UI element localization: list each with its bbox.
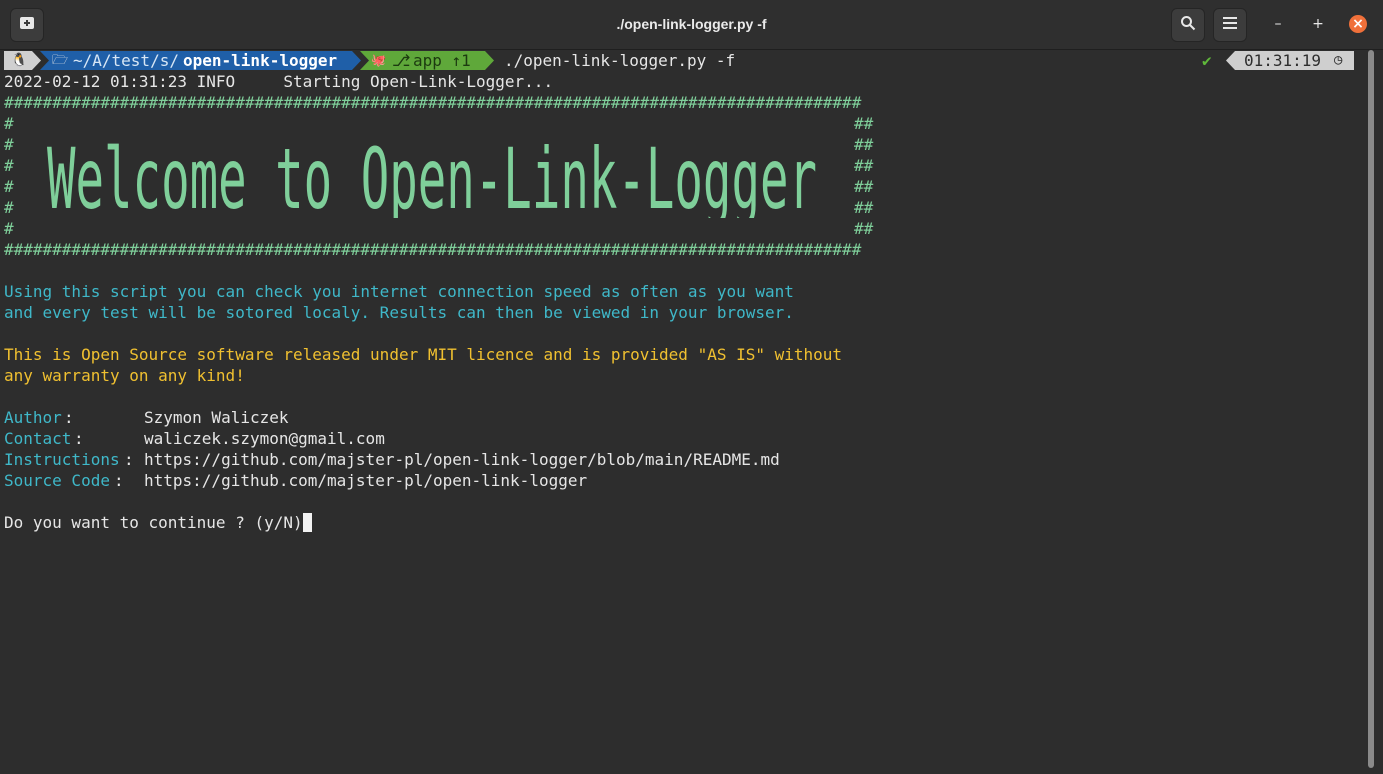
instructions-colon: :	[124, 450, 134, 469]
info-text-line: Using this script you can check you inte…	[4, 282, 794, 301]
git-branch-icon: ⎇	[392, 51, 411, 70]
folder-icon: 🗁	[52, 53, 69, 68]
text-cursor	[302, 513, 312, 532]
maximize-button[interactable]: +	[1309, 15, 1327, 33]
continue-prompt[interactable]: Do you want to continue ? (y/N)	[4, 512, 312, 533]
banner-right-border: ##	[854, 114, 874, 133]
banner-left-border: #	[4, 198, 14, 217]
banner-border-top: ########################################…	[4, 93, 862, 112]
scrollbar-thumb[interactable]	[1368, 50, 1374, 768]
license-text-line: any warranty on any kind!	[4, 366, 245, 385]
contact-value: waliczek.szymon@gmail.com	[144, 429, 385, 448]
github-icon: 🐙	[371, 53, 386, 67]
clock-icon: ◷	[1334, 52, 1343, 68]
banner-right-border: ##	[854, 135, 874, 154]
linux-penguin-icon: 🐧	[11, 53, 28, 68]
info-text-line: and every test will be sotored localy. R…	[4, 303, 794, 322]
close-icon: ×	[1352, 16, 1364, 32]
close-button[interactable]: ×	[1349, 15, 1367, 33]
instructions-link[interactable]: https://github.com/majster-pl/open-link-…	[144, 449, 780, 470]
prompt-line: 🐧 🗁 ~/A/test/s/ open-link-logger 🐙 ⎇ app…	[0, 50, 1366, 71]
continue-question: Do you want to continue ? (y/N)	[4, 513, 303, 532]
banner-right-border: ##	[854, 156, 874, 175]
typed-command: ./open-link-logger.py -f	[504, 51, 736, 70]
source-code-label: Source Code	[4, 471, 110, 490]
banner-right-border: ##	[854, 177, 874, 196]
log-line: 2022-02-12 01:31:23 INFO Starting Open-L…	[4, 72, 554, 91]
banner-title-text: Welcome to Open-Link-Logger	[47, 130, 817, 218]
terminal-content[interactable]: 🐧 🗁 ~/A/test/s/ open-link-logger 🐙 ⎇ app…	[0, 50, 1366, 774]
contact-colon: :	[74, 429, 84, 448]
banner-left-border: #	[4, 156, 14, 175]
source-code-colon: :	[114, 471, 124, 490]
path-prefix: ~/A/test/s/	[73, 51, 179, 70]
title-bar: ./open-link-logger.py -f – + ×	[0, 0, 1383, 50]
banner-left-border: #	[4, 177, 14, 196]
banner-right-border: ##	[854, 219, 874, 238]
banner-left-border: #	[4, 135, 14, 154]
license-text-line: This is Open Source software released un…	[4, 345, 843, 364]
hamburger-menu-icon	[1223, 17, 1237, 33]
author-label: Author	[4, 408, 62, 427]
banner-border-bottom: ########################################…	[4, 240, 862, 259]
minimize-button[interactable]: –	[1269, 15, 1287, 33]
source-code-link[interactable]: https://github.com/majster-pl/open-link-…	[144, 470, 587, 491]
menu-button[interactable]	[1213, 8, 1247, 42]
banner-ascii-art: Welcome to Open-Link-Logger	[47, 130, 817, 218]
path-current-dir: open-link-logger	[183, 51, 338, 70]
search-icon	[1180, 15, 1196, 35]
search-button[interactable]	[1171, 8, 1205, 42]
banner-right-border: ##	[854, 198, 874, 217]
terminal-window: ./open-link-logger.py -f – + × 🐧 🗁 ~/A/t…	[0, 0, 1383, 774]
contact-label: Contact	[4, 429, 72, 448]
banner-left-border: #	[4, 219, 14, 238]
prompt-time: 01:31:19	[1244, 51, 1322, 70]
scrollbar[interactable]	[1368, 50, 1374, 768]
instructions-label: Instructions	[4, 450, 120, 469]
git-branch-name: app ↑1	[413, 51, 471, 70]
status-ok-icon: ✔	[1202, 51, 1212, 70]
banner-left-border: #	[4, 114, 14, 133]
author-colon: :	[64, 408, 74, 427]
author-value: Szymon Waliczek	[144, 408, 289, 427]
